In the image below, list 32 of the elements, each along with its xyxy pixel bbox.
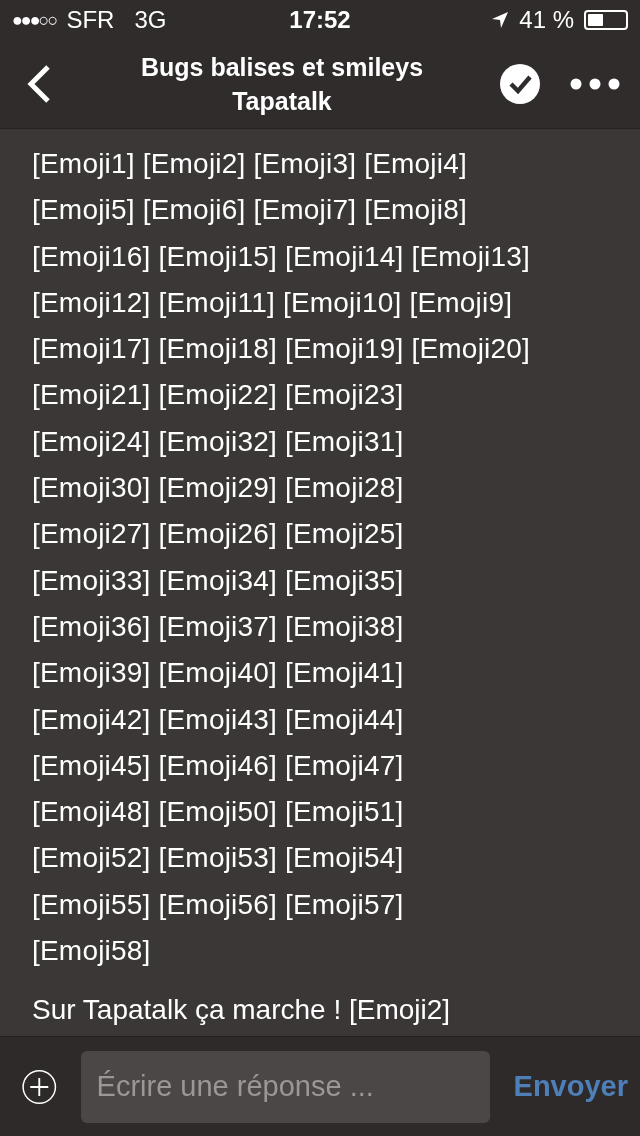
network-type: 3G bbox=[134, 6, 167, 34]
post-text-line: [Emoji12] [Emoji11] [Emoji10] [Emoji9] bbox=[32, 285, 514, 320]
post-text-line: [Emoji30] [Emoji29] [Emoji28] bbox=[32, 471, 405, 506]
reply-field[interactable]: Écrire une réponse ... bbox=[80, 1050, 490, 1123]
post-text-line: [Emoji52] [Emoji53] [Emoji54] bbox=[32, 841, 405, 876]
post-text-line: [Emoji5] [Emoji6] [Emoji7] [Emoji8] bbox=[32, 193, 468, 228]
more-icon[interactable] bbox=[570, 78, 620, 90]
post-text-line: [Emoji48] [Emoji50] [Emoji51] bbox=[32, 795, 405, 830]
post-text-line: [Emoji24] [Emoji32] [Emoji31] bbox=[32, 424, 405, 459]
post-text-line: [Emoji33] [Emoji34] [Emoji35] bbox=[32, 563, 405, 598]
thread-title: Bugs balises et smileys bbox=[140, 52, 424, 83]
battery-percent: 41 % bbox=[519, 6, 574, 34]
post-text-line: [Emoji1] [Emoji2] [Emoji3] [Emoji4] bbox=[32, 147, 468, 181]
back-icon[interactable] bbox=[26, 64, 52, 104]
send-button[interactable]: Envoyer bbox=[513, 1070, 628, 1103]
post-text-line: [Emoji55] [Emoji56] [Emoji57] bbox=[32, 887, 405, 922]
clock-time: 17:52 bbox=[289, 6, 351, 34]
location-arrow-icon bbox=[491, 11, 510, 29]
post-text-line: [Emoji36] [Emoji37] [Emoji38] bbox=[32, 609, 405, 644]
carrier-name: SFR bbox=[66, 6, 115, 34]
post-text-line: [Emoji58] bbox=[32, 934, 152, 969]
post-text-line: [Emoji27] [Emoji26] [Emoji25] bbox=[32, 517, 405, 552]
check-circle-icon[interactable] bbox=[500, 64, 540, 104]
post-text-line: [Emoji39] [Emoji40] [Emoji41] bbox=[32, 656, 405, 691]
post-text-line: [Emoji42] [Emoji43] [Emoji44] bbox=[32, 702, 405, 737]
post-text-line: [Emoji21] [Emoji22] [Emoji23] bbox=[32, 378, 405, 413]
post-text-line: [Emoji17] [Emoji18] [Emoji19] [Emoji20] bbox=[32, 332, 531, 367]
post-text-line: [Emoji16] [Emoji15] [Emoji14] [Emoji13] bbox=[32, 239, 531, 274]
post-text-line: [Emoji45] [Emoji46] [Emoji47] bbox=[32, 748, 405, 783]
forum-name: Tapatalk bbox=[232, 86, 332, 117]
signal-dots: ●●●○○ bbox=[12, 9, 57, 31]
post-signature: Sur Tapatalk ça marche ! [Emoji2] bbox=[32, 994, 452, 1027]
